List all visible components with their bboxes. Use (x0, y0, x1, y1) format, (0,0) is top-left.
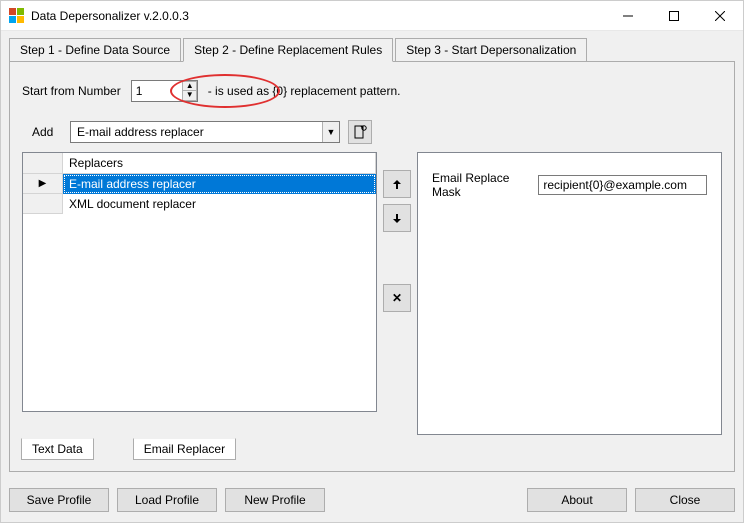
sub-tabs-right: Email Replacer (134, 439, 236, 461)
load-profile-button[interactable]: Load Profile (117, 488, 217, 512)
close-window-button[interactable] (697, 1, 743, 31)
new-profile-button[interactable]: New Profile (225, 488, 325, 512)
row-indicator (23, 194, 63, 214)
mid-area: Replacers ▶ E-mail address replacer XML … (22, 152, 722, 435)
titlebar: Data Depersonalizer v.2.0.0.3 (1, 1, 743, 31)
replacers-grid[interactable]: Replacers ▶ E-mail address replacer XML … (22, 152, 377, 412)
email-mask-input[interactable] (538, 175, 707, 195)
move-down-button[interactable] (383, 204, 411, 232)
row-header-blank (23, 153, 63, 173)
save-profile-button[interactable]: Save Profile (9, 488, 109, 512)
start-number-field[interactable] (132, 81, 182, 101)
email-mask-row: Email Replace Mask (432, 171, 707, 199)
row-indicator-icon: ▶ (23, 174, 63, 194)
cell-replacer[interactable]: E-mail address replacer (63, 174, 376, 194)
footer-buttons: Save Profile Load Profile New Profile Ab… (1, 480, 743, 522)
arrow-down-icon (391, 212, 403, 224)
replacer-settings-panel: Email Replace Mask (417, 152, 722, 435)
numeric-spinner: ▲ ▼ (182, 81, 197, 101)
col-replacers[interactable]: Replacers (63, 153, 376, 173)
spin-down-button[interactable]: ▼ (182, 90, 197, 101)
left-column: Replacers ▶ E-mail address replacer XML … (22, 152, 377, 435)
delete-button[interactable]: ✕ (383, 284, 411, 312)
close-button[interactable]: Close (635, 488, 735, 512)
start-number-hint: - is used as {0} replacement pattern. (208, 84, 401, 98)
content-area: Step 1 - Define Data Source Step 2 - Def… (1, 31, 743, 480)
tab-step2[interactable]: Step 2 - Define Replacement Rules (183, 38, 393, 62)
table-row[interactable]: XML document replacer (23, 194, 376, 214)
start-number-row: Start from Number ▲ ▼ - is used as {0} r… (22, 80, 722, 102)
subtab-email-replacer[interactable]: Email Replacer (133, 438, 236, 460)
replacer-select[interactable]: ▼ (70, 121, 340, 143)
table-row[interactable]: ▶ E-mail address replacer (23, 174, 376, 194)
add-replacer-row: Add ▼ (22, 120, 722, 144)
maximize-button[interactable] (651, 1, 697, 31)
about-button[interactable]: About (527, 488, 627, 512)
close-icon: ✕ (392, 291, 402, 305)
email-mask-label: Email Replace Mask (432, 171, 528, 199)
subtab-text-data[interactable]: Text Data (21, 438, 94, 460)
grid-header: Replacers (23, 153, 376, 174)
start-number-input[interactable]: ▲ ▼ (131, 80, 198, 102)
tab-step1[interactable]: Step 1 - Define Data Source (9, 38, 181, 62)
window-title: Data Depersonalizer v.2.0.0.3 (31, 9, 605, 23)
app-icon (9, 8, 25, 24)
tab-panel: Start from Number ▲ ▼ - is used as {0} r… (9, 61, 735, 472)
cell-replacer[interactable]: XML document replacer (63, 194, 376, 214)
new-file-icon (353, 125, 367, 139)
chevron-down-icon[interactable]: ▼ (322, 122, 339, 142)
main-tabs: Step 1 - Define Data Source Step 2 - Def… (9, 38, 735, 62)
add-label: Add (22, 125, 60, 139)
minimize-button[interactable] (605, 1, 651, 31)
app-window: Data Depersonalizer v.2.0.0.3 Step 1 - D… (0, 0, 744, 523)
start-number-label: Start from Number (22, 84, 121, 98)
sub-tabs-row: Text Data Email Replacer (22, 439, 722, 461)
replacer-select-input[interactable] (71, 122, 322, 142)
reorder-buttons: ✕ (377, 152, 417, 435)
add-replacer-button[interactable] (348, 120, 372, 144)
arrow-up-icon (391, 178, 403, 190)
sub-tabs-left: Text Data (22, 439, 94, 461)
tab-step3[interactable]: Step 3 - Start Depersonalization (395, 38, 587, 62)
move-up-button[interactable] (383, 170, 411, 198)
